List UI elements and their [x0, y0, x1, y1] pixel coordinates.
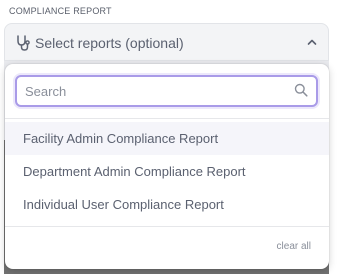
search-input[interactable]: [25, 81, 280, 101]
field-label: COMPLIANCE REPORT: [9, 6, 112, 16]
option-department-admin[interactable]: Department Admin Compliance Report: [5, 155, 329, 188]
option-individual-user[interactable]: Individual User Compliance Report: [5, 188, 329, 221]
divider: [5, 226, 329, 227]
report-select-box[interactable]: Select reports (optional): [4, 23, 329, 61]
report-dropdown: Facility Admin Compliance Report Departm…: [5, 64, 329, 269]
compliance-report-select: COMPLIANCE REPORT Select reports (option…: [0, 0, 337, 274]
option-facility-admin[interactable]: Facility Admin Compliance Report: [5, 122, 329, 155]
stethoscope-icon: [17, 35, 30, 51]
clear-all-button[interactable]: clear all: [277, 241, 311, 252]
chevron-up-icon[interactable]: [306, 35, 318, 49]
select-placeholder: Select reports (optional): [35, 35, 184, 51]
search-icon: [294, 83, 308, 97]
divider: [5, 118, 329, 119]
search-box[interactable]: [15, 75, 318, 107]
